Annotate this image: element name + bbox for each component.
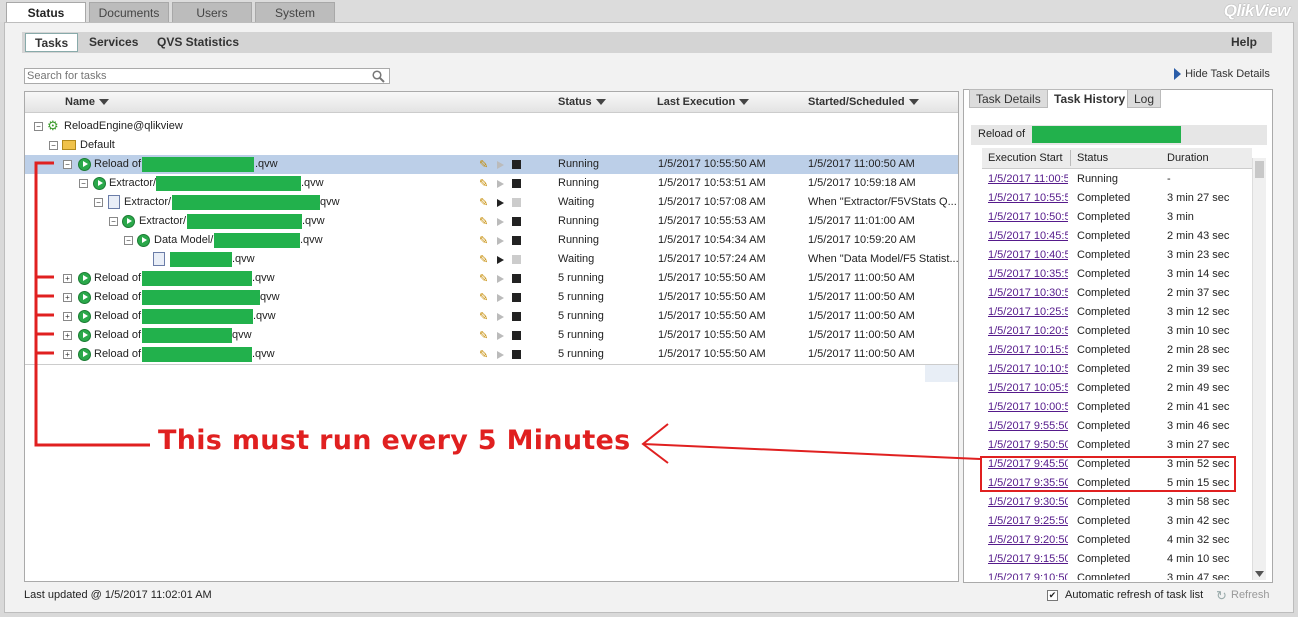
refresh-button[interactable]: Refresh xyxy=(1231,589,1270,601)
last-updated-label: Last updated @ 1/5/2017 11:02:01 AM xyxy=(24,589,212,601)
refresh-icon[interactable]: ↻ xyxy=(1216,588,1227,604)
auto-refresh-label: Automatic refresh of task list xyxy=(1065,589,1204,601)
auto-refresh-checkbox[interactable]: ✔ xyxy=(1047,590,1058,601)
arrow-line xyxy=(642,443,981,460)
annotation-overlay xyxy=(34,161,981,464)
annotation-text: This must run every 5 Minutes xyxy=(158,425,631,456)
bracket-line xyxy=(34,161,150,447)
